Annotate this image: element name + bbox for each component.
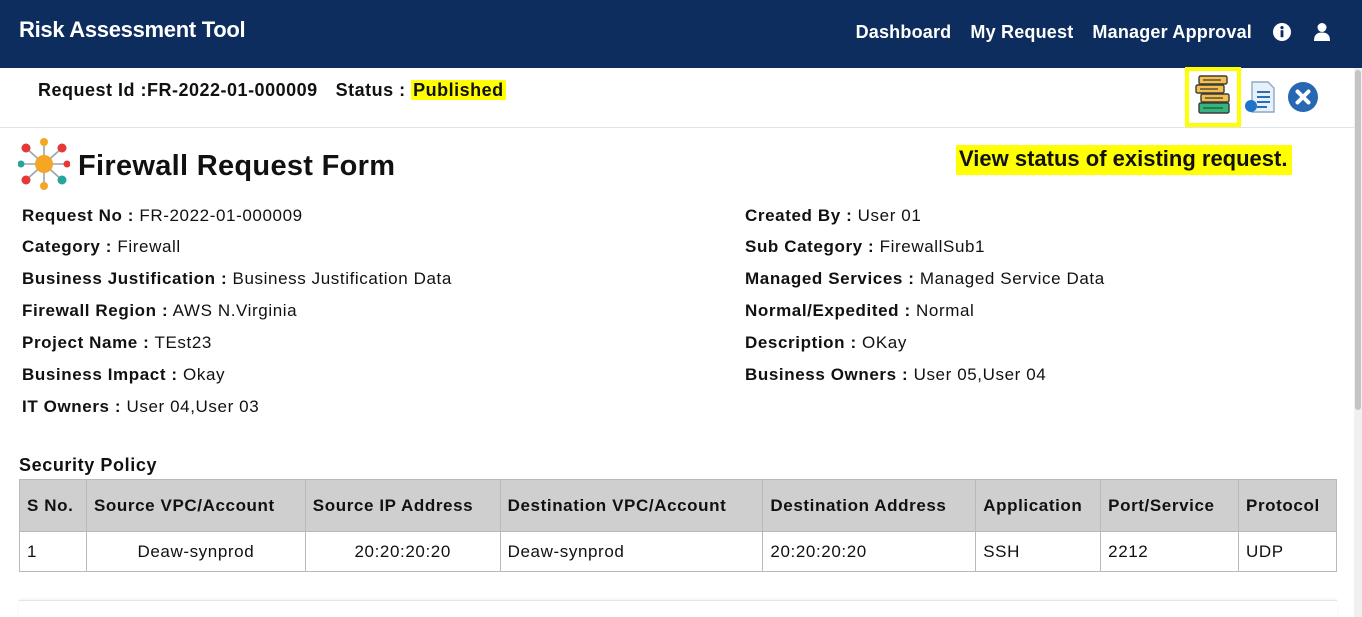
- field-value: OKay: [862, 333, 907, 352]
- column-header: Port/Service: [1100, 479, 1240, 532]
- field-label: Sub Category :: [745, 237, 875, 256]
- column-header: Source IP Address: [304, 479, 501, 532]
- field-label: Category :: [22, 237, 113, 256]
- field-business-justification: Business Justification : Business Justif…: [22, 269, 452, 289]
- status-label: Status :: [335, 80, 406, 100]
- field-label: Created By :: [745, 206, 853, 225]
- status-badge: Published: [411, 80, 506, 100]
- column-header: S No.: [19, 479, 87, 532]
- next-section-card: [19, 600, 1337, 617]
- info-icon[interactable]: [1272, 21, 1292, 43]
- field-category: Category : Firewall: [22, 237, 181, 257]
- field-value: FirewallSub1: [879, 237, 986, 256]
- field-value: FR-2022-01-000009: [139, 206, 303, 225]
- view-status-icon: [1193, 74, 1233, 121]
- table-cell: UDP: [1238, 531, 1337, 572]
- field-value: TEst23: [154, 333, 212, 352]
- document-button[interactable]: [1243, 80, 1277, 114]
- table-cell: 1: [19, 531, 87, 572]
- field-label: IT Owners :: [22, 397, 122, 416]
- column-header: Source VPC/Account: [85, 479, 306, 532]
- close-button[interactable]: [1287, 81, 1319, 113]
- tooltip-callout: View status of existing request.: [956, 145, 1293, 175]
- column-header: Application: [975, 479, 1102, 532]
- table-cell: Deaw-synprod: [499, 531, 764, 572]
- user-icon[interactable]: [1312, 21, 1332, 43]
- field-value: Firewall: [117, 237, 181, 256]
- table-header-row: S No. Source VPC/Account Source IP Addre…: [19, 479, 1337, 532]
- nav-dashboard[interactable]: Dashboard: [856, 22, 952, 43]
- table-cell: 20:20:20:20: [762, 531, 977, 572]
- field-label: Project Name :: [22, 333, 150, 352]
- field-normal-expedited: Normal/Expedited : Normal: [745, 301, 974, 321]
- security-policy-title: Security Policy: [19, 455, 158, 475]
- app-title[interactable]: Risk Assessment Tool: [19, 17, 246, 43]
- field-business-impact: Business Impact : Okay: [22, 365, 225, 385]
- field-value: User 01: [857, 206, 922, 225]
- field-value: Normal: [916, 301, 975, 320]
- field-label: Business Owners :: [745, 365, 909, 384]
- close-icon: [1287, 82, 1319, 117]
- column-header: Protocol: [1238, 479, 1337, 532]
- form-header: Firewall Request Form: [17, 138, 396, 195]
- field-description: Description : OKay: [745, 333, 907, 353]
- request-status-line: Request Id :FR-2022-01-000009 Status : Pu…: [38, 80, 506, 101]
- field-created-by: Created By : User 01: [745, 206, 921, 226]
- field-label: Request No :: [22, 206, 135, 225]
- nav-manager-approval[interactable]: Manager Approval: [1092, 22, 1252, 43]
- field-value: User 04,User 03: [126, 397, 260, 416]
- nav-links: Dashboard My Request Manager Approval: [837, 21, 1332, 43]
- security-policy-table: S No. Source VPC/Account Source IP Addre…: [19, 479, 1337, 572]
- field-label: Managed Services :: [745, 269, 915, 288]
- table-cell: 2212: [1100, 531, 1240, 572]
- table-cell: Deaw-synprod: [85, 531, 306, 572]
- document-icon: [1243, 81, 1277, 118]
- network-hub-icon: [17, 138, 71, 195]
- field-it-owners: IT Owners : User 04,User 03: [22, 397, 259, 417]
- field-sub-category: Sub Category : FirewallSub1: [745, 237, 985, 257]
- table-cell: SSH: [975, 531, 1102, 572]
- scrollbar-thumb[interactable]: [1355, 70, 1361, 410]
- column-header: Destination Address: [762, 479, 977, 532]
- field-firewall-region: Firewall Region : AWS N.Virginia: [22, 301, 297, 321]
- field-label: Business Justification :: [22, 269, 228, 288]
- table-cell: 20:20:20:20: [304, 531, 501, 572]
- field-managed-services: Managed Services : Managed Service Data: [745, 269, 1105, 289]
- field-label: Normal/Expedited :: [745, 301, 911, 320]
- field-label: Description :: [745, 333, 857, 352]
- form-title: Firewall Request Form: [78, 150, 396, 182]
- field-request-no: Request No : FR-2022-01-000009: [22, 206, 303, 226]
- view-status-button[interactable]: [1185, 67, 1241, 127]
- table-row: 1 Deaw-synprod 20:20:20:20 Deaw-synprod …: [19, 531, 1337, 572]
- field-value: User 05,User 04: [913, 365, 1047, 384]
- request-id-label: Request Id :: [38, 80, 148, 100]
- field-label: Business Impact :: [22, 365, 178, 384]
- field-value: AWS N.Virginia: [172, 301, 298, 320]
- field-business-owners: Business Owners : User 05,User 04: [745, 365, 1046, 385]
- field-project-name: Project Name : TEst23: [22, 333, 212, 353]
- field-value: Managed Service Data: [919, 269, 1105, 288]
- request-id-value: FR-2022-01-000009: [147, 80, 318, 100]
- column-header: Destination VPC/Account: [499, 479, 764, 532]
- field-value: Business Justification Data: [232, 269, 452, 288]
- field-value: Okay: [183, 365, 226, 384]
- nav-my-request[interactable]: My Request: [970, 22, 1073, 43]
- request-subheader: Request Id :FR-2022-01-000009 Status : Pu…: [0, 67, 1362, 128]
- field-label: Firewall Region :: [22, 301, 169, 320]
- top-navbar: Risk Assessment Tool Dashboard My Reques…: [0, 0, 1362, 68]
